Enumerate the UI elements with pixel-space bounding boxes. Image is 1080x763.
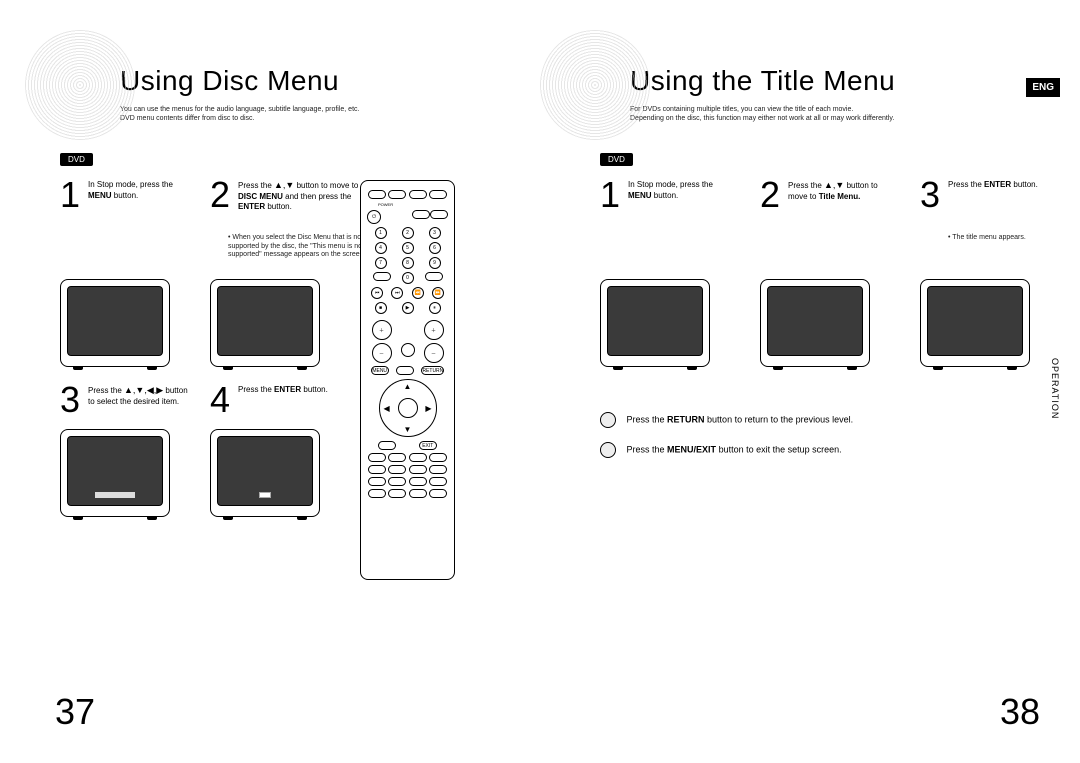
step-text: Press the ENTER button. xyxy=(238,385,338,395)
power-icon: ⏻ xyxy=(367,210,381,224)
menu-label: MENU xyxy=(88,191,112,200)
page-number: 38 xyxy=(1000,691,1040,733)
step-number: 3 xyxy=(920,174,940,216)
page-subtitle: For DVDs containing multiple titles, you… xyxy=(630,105,930,123)
step-text: Press the ▲,▼,◀,▶ button to select the d… xyxy=(88,385,188,407)
right-arrow-icon: ▶ xyxy=(425,404,431,413)
return-label: RETURN xyxy=(667,415,705,425)
operation-tab: OPERATION xyxy=(1048,350,1062,427)
enter-button-icon xyxy=(398,398,418,418)
discmenu-label: DISC MENU xyxy=(238,192,283,201)
up-arrow-icon: ▲ xyxy=(404,382,412,391)
step-text: Press the ENTER button. xyxy=(948,180,1048,190)
exit-instruction: Press the MENU/EXIT button to exit the s… xyxy=(600,442,842,458)
step-number: 1 xyxy=(60,174,80,216)
footer-text: Press the xyxy=(627,415,668,425)
remote-control-illustration: POWER ⏻ 123 456 789 0 ⏮⏭⏪⏩ ■▶⏸ ＋＋ －－ MEN… xyxy=(360,180,455,580)
menu-label: MENU xyxy=(628,191,652,200)
up-down-icon: ▲,▼ xyxy=(824,180,844,190)
step-text-line: In Stop mode, press the xyxy=(628,180,713,189)
tv-illustration xyxy=(60,429,170,517)
nav-ring: ▲ ▼ ◀ ▶ xyxy=(379,379,437,437)
tv-illustration xyxy=(60,279,170,367)
page-subtitle: You can use the menus for the audio lang… xyxy=(120,105,420,123)
step-number: 4 xyxy=(210,379,230,421)
step-text-line: button. xyxy=(652,191,679,200)
titlemenu-label: Title Menu. xyxy=(819,192,861,201)
step-number: 1 xyxy=(600,174,620,216)
menuexit-label: MENU/EXIT xyxy=(667,445,716,455)
step-text-line: Press the xyxy=(238,385,274,394)
step-text-line: and then press the xyxy=(283,192,352,201)
page-38: Using the Title Menu For DVDs containing… xyxy=(540,0,1080,763)
bullet-icon xyxy=(600,442,616,458)
step-text-line: button. xyxy=(301,385,328,394)
left-arrow-icon: ◀ xyxy=(384,404,390,413)
page-number: 37 xyxy=(55,691,95,733)
decorative-swirl xyxy=(540,30,650,140)
dvd-badge: DVD xyxy=(600,153,633,166)
down-arrow-icon: ▼ xyxy=(404,425,412,434)
step-text: Press the ▲,▼ button to move to DISC MEN… xyxy=(238,180,378,212)
step-text: Press the ▲,▼ button to move to Title Me… xyxy=(788,180,888,202)
page-title: Using the Title Menu xyxy=(630,65,1050,97)
step-text-line: button to move to xyxy=(294,181,358,190)
return-instruction: Press the RETURN button to return to the… xyxy=(600,412,853,428)
step-text-line: button. xyxy=(265,202,292,211)
decorative-swirl xyxy=(25,30,135,140)
step-text: In Stop mode, press the MENU button. xyxy=(88,180,188,201)
step-note: • When you select the Disc Menu that is … xyxy=(228,234,378,259)
step-text-line: Press the xyxy=(788,181,824,190)
page-title: Using Disc Menu xyxy=(120,65,510,97)
footer-text: button to exit the setup screen. xyxy=(716,445,842,455)
step-text-line: button. xyxy=(1011,180,1038,189)
bullet-icon xyxy=(600,412,616,428)
language-badge: ENG xyxy=(1026,78,1060,97)
step-text-line: Press the xyxy=(88,386,124,395)
dvd-badge: DVD xyxy=(60,153,93,166)
step-number: 3 xyxy=(60,379,80,421)
step-text-line: Press the xyxy=(238,181,274,190)
step-note: • The title menu appears. xyxy=(948,234,1068,242)
tv-illustration xyxy=(210,279,320,367)
enter-label: ENTER xyxy=(984,180,1011,189)
page-37: Using Disc Menu You can use the menus fo… xyxy=(0,0,540,763)
step-text: In Stop mode, press the MENU button. xyxy=(628,180,728,201)
footer-text: button to return to the previous level. xyxy=(705,415,854,425)
step-number: 2 xyxy=(760,174,780,216)
tv-illustration xyxy=(210,429,320,517)
step-text-line: In Stop mode, press the xyxy=(88,180,173,189)
tv-illustration xyxy=(760,279,870,367)
enter-label: ENTER xyxy=(238,202,265,211)
step-text-line: Press the xyxy=(948,180,984,189)
enter-label: ENTER xyxy=(274,385,301,394)
step-text-line: button. xyxy=(112,191,139,200)
tv-illustration xyxy=(920,279,1030,367)
footer-text: Press the xyxy=(627,445,668,455)
up-down-icon: ▲,▼ xyxy=(274,180,294,190)
step-number: 2 xyxy=(210,174,230,216)
tv-illustration xyxy=(600,279,710,367)
arrows-icon: ▲,▼,◀,▶ xyxy=(124,385,163,395)
